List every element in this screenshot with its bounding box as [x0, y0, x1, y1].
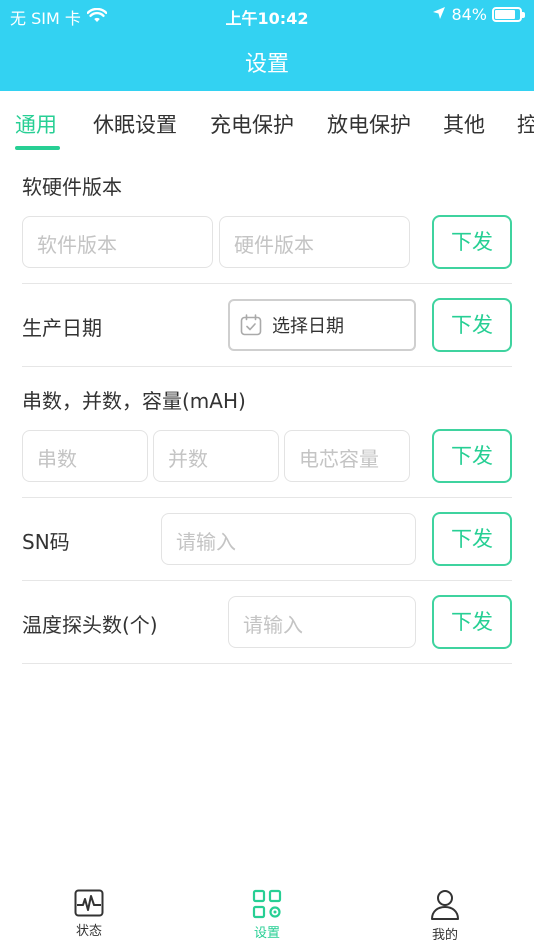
tab-discharge-protection[interactable]: 放电保护	[327, 109, 411, 139]
app-header: 无 SIM 卡 上午10:42 84% 设置	[0, 0, 534, 91]
parallel-count-input[interactable]: 并数	[153, 430, 279, 482]
cells-label: 串数，并数，容量(mAH)	[22, 389, 246, 413]
cell-capacity-input[interactable]: 电芯容量	[284, 430, 410, 482]
send-sn-button[interactable]: 下发	[432, 512, 512, 566]
tab-sleep-settings[interactable]: 休眠设置	[93, 109, 177, 139]
section-production-date: 生产日期 选择日期 下发	[22, 284, 512, 367]
battery-fill	[495, 10, 516, 19]
tabbar-settings[interactable]: 设置	[227, 889, 307, 941]
tabbar-settings-label: 设置	[253, 926, 280, 941]
section-sn: SN码 请输入 下发	[22, 498, 512, 581]
section-version: 软硬件版本 软件版本 硬件版本 下发	[22, 153, 512, 284]
battery-icon	[492, 7, 525, 22]
hardware-version-input[interactable]: 硬件版本	[219, 216, 410, 268]
send-cells-button[interactable]: 下发	[432, 429, 512, 483]
tab-charge-protection[interactable]: 充电保护	[210, 109, 294, 139]
section-temp-probe: 温度探头数(个) 请输入 下发	[22, 581, 512, 664]
tabbar-profile[interactable]: 我的	[405, 889, 485, 943]
date-picker[interactable]: 选择日期	[228, 299, 416, 351]
status-bar: 无 SIM 卡 上午10:42 84%	[0, 0, 534, 32]
tab-general[interactable]: 通用	[15, 109, 57, 139]
user-icon	[405, 889, 485, 921]
sn-input[interactable]: 请输入	[161, 513, 416, 565]
page-title: 设置	[244, 52, 289, 77]
tabbar-status[interactable]: 状态	[49, 889, 129, 939]
location-arrow-icon	[432, 5, 446, 24]
tab-control[interactable]: 控	[517, 109, 534, 139]
settings-tabs: 通用 休眠设置 充电保护 放电保护 其他 控	[0, 91, 534, 153]
calendar-icon	[240, 314, 262, 336]
pulse-monitor-icon	[49, 889, 129, 917]
date-picker-value: 选择日期	[272, 316, 344, 337]
temp-probe-label: 温度探头数(个)	[22, 613, 158, 637]
temp-probe-input[interactable]: 请输入	[228, 596, 416, 648]
series-count-input[interactable]: 串数	[22, 430, 148, 482]
section-cells: 串数，并数，容量(mAH) 串数 并数 电芯容量 下发	[22, 367, 512, 498]
tab-active-indicator	[15, 146, 60, 150]
send-version-button[interactable]: 下发	[432, 215, 512, 269]
tabbar-status-label: 状态	[75, 924, 102, 939]
send-temp-probe-button[interactable]: 下发	[432, 595, 512, 649]
production-date-label: 生产日期	[22, 316, 102, 340]
version-label: 软硬件版本	[22, 175, 122, 199]
bottom-tab-bar: 状态 设置 我的	[0, 875, 534, 950]
sn-label: SN码	[22, 530, 70, 554]
send-production-date-button[interactable]: 下发	[432, 298, 512, 352]
battery-percent: 84%	[451, 5, 487, 24]
tabbar-profile-label: 我的	[431, 928, 458, 943]
software-version-input[interactable]: 软件版本	[22, 216, 213, 268]
tab-other[interactable]: 其他	[443, 109, 485, 139]
status-right: 84%	[432, 5, 525, 24]
settings-grid-icon	[227, 889, 307, 919]
